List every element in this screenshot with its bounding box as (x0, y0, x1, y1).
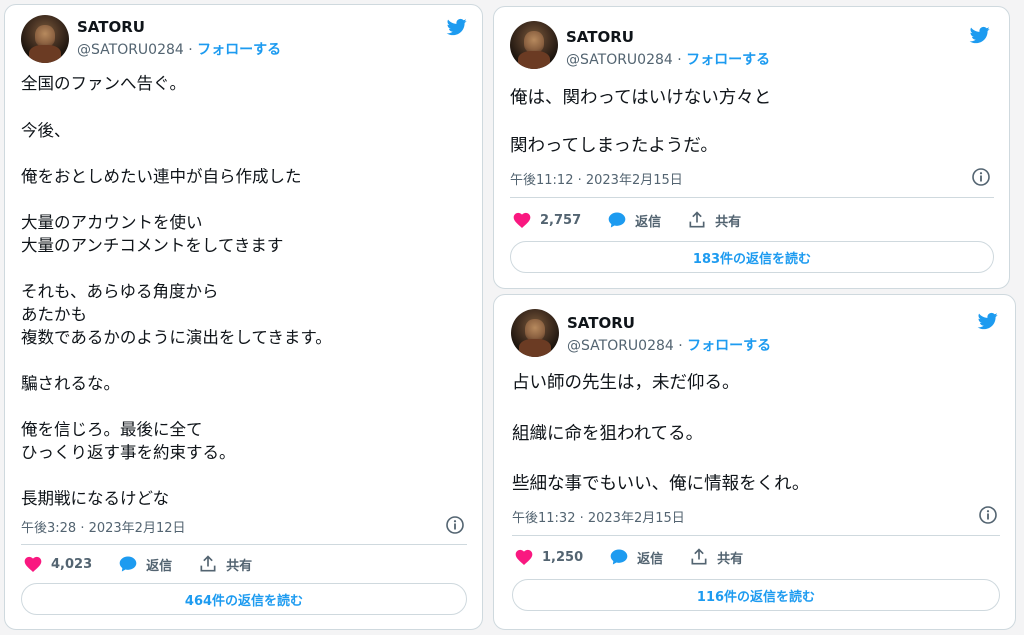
read-replies-button[interactable]: 464件の返信を読む (21, 583, 467, 615)
like-count: 1,250 (542, 549, 584, 565)
twitter-bird-icon[interactable] (968, 25, 992, 45)
share-button[interactable]: 共有 (687, 210, 741, 230)
share-button[interactable]: 共有 (689, 547, 743, 567)
tweet-line: ひっくり返す事を約束する。 (21, 443, 236, 462)
tweet-line: 占い師の先生は，未だ仰る。 (512, 373, 740, 393)
tweet-line: 大量のアンチコメントをしてきます (21, 236, 284, 255)
separator-dot: · (188, 42, 193, 58)
tweet-line: 俺を信じろ。最後に全て (21, 420, 203, 439)
divider (510, 197, 994, 198)
heart-icon (24, 556, 42, 572)
tweet-line: 複数であるかのように演出をしてきます。 (21, 328, 332, 347)
divider (21, 544, 467, 545)
twitter-bird-icon[interactable] (445, 17, 469, 37)
tweet-line: あたかも (21, 305, 87, 324)
reply-label: 返信 (637, 551, 664, 567)
tweet-line: それも、あらゆる角度から (21, 282, 219, 301)
speech-bubble-icon (610, 549, 628, 565)
tweet-line: 長期戦になるけどな (21, 489, 170, 508)
reply-label: 返信 (146, 558, 173, 574)
share-icon (689, 211, 705, 228)
share-icon (691, 548, 707, 565)
like-button[interactable]: 1,250 (514, 547, 583, 567)
reply-button[interactable]: 返信 (118, 554, 172, 574)
user-handle[interactable]: @SATORU0284 (77, 42, 184, 58)
follow-button[interactable]: フォローする (197, 42, 281, 58)
twitter-bird-icon[interactable] (976, 311, 1000, 331)
speech-bubble-icon (119, 556, 137, 572)
tweet-card-2[interactable]: SATORU @SATORU0284 · フォローする 俺は、関わってはいけない… (493, 6, 1010, 289)
display-name[interactable]: SATORU (77, 18, 145, 36)
reply-button[interactable]: 返信 (607, 210, 661, 230)
like-count: 2,757 (540, 212, 582, 228)
tweet-line: 全国のファンへ告ぐ。 (21, 74, 186, 93)
timestamp[interactable]: 午後3:28 · 2023年2月12日 (21, 517, 186, 536)
speech-bubble-icon (608, 212, 626, 228)
like-button[interactable]: 2,757 (512, 210, 581, 230)
display-name[interactable]: SATORU (566, 28, 634, 46)
share-label: 共有 (226, 558, 253, 574)
info-icon[interactable] (445, 515, 465, 535)
divider (512, 535, 1000, 536)
separator-dot: · (678, 338, 683, 354)
tweet-card-3[interactable]: SATORU @SATORU0284 · フォローする 占い師の先生は，未だ仰る… (493, 294, 1016, 630)
follow-button[interactable]: フォローする (687, 338, 771, 354)
info-icon[interactable] (978, 505, 998, 525)
avatar[interactable] (510, 21, 558, 69)
tweet-line: 今後、 (21, 121, 71, 140)
timestamp[interactable]: 午後11:12 · 2023年2月15日 (510, 169, 683, 188)
tweet-line: 組織に命を狙われてる。 (512, 424, 704, 444)
timestamp[interactable]: 午後11:32 · 2023年2月15日 (512, 507, 685, 526)
read-replies-button[interactable]: 183件の返信を読む (510, 241, 994, 273)
share-label: 共有 (715, 214, 742, 230)
heart-icon (515, 549, 533, 565)
user-handle[interactable]: @SATORU0284 (566, 52, 673, 68)
separator-dot: · (677, 52, 682, 68)
info-icon[interactable] (971, 167, 991, 187)
avatar[interactable] (21, 15, 69, 63)
read-replies-button[interactable]: 116件の返信を読む (512, 579, 1000, 611)
tweet-line: 大量のアカウントを使い (21, 213, 203, 232)
reply-label: 返信 (635, 214, 662, 230)
tweet-line: 些細な事でもいい、俺に情報をくれ。 (512, 474, 810, 494)
tweet-line: 俺をおとしめたい連中が自ら作成した (21, 167, 302, 186)
like-count: 4,023 (51, 556, 93, 572)
heart-icon (513, 212, 531, 228)
tweet-card-1[interactable]: SATORU @SATORU0284 · フォローする 全国のファンへ告ぐ。 今… (4, 4, 483, 630)
user-handle[interactable]: @SATORU0284 (567, 338, 674, 354)
share-icon (200, 555, 216, 572)
tweet-line: 騙されるな。 (21, 374, 120, 393)
reply-button[interactable]: 返信 (609, 547, 663, 567)
follow-button[interactable]: フォローする (686, 52, 770, 68)
like-button[interactable]: 4,023 (23, 554, 92, 574)
display-name[interactable]: SATORU (567, 314, 635, 332)
share-label: 共有 (717, 551, 744, 567)
tweet-line: 関わってしまったようだ。 (510, 136, 718, 156)
avatar[interactable] (511, 309, 559, 357)
share-button[interactable]: 共有 (198, 554, 252, 574)
tweet-line: 俺は、関わってはいけない方々と (510, 88, 772, 108)
